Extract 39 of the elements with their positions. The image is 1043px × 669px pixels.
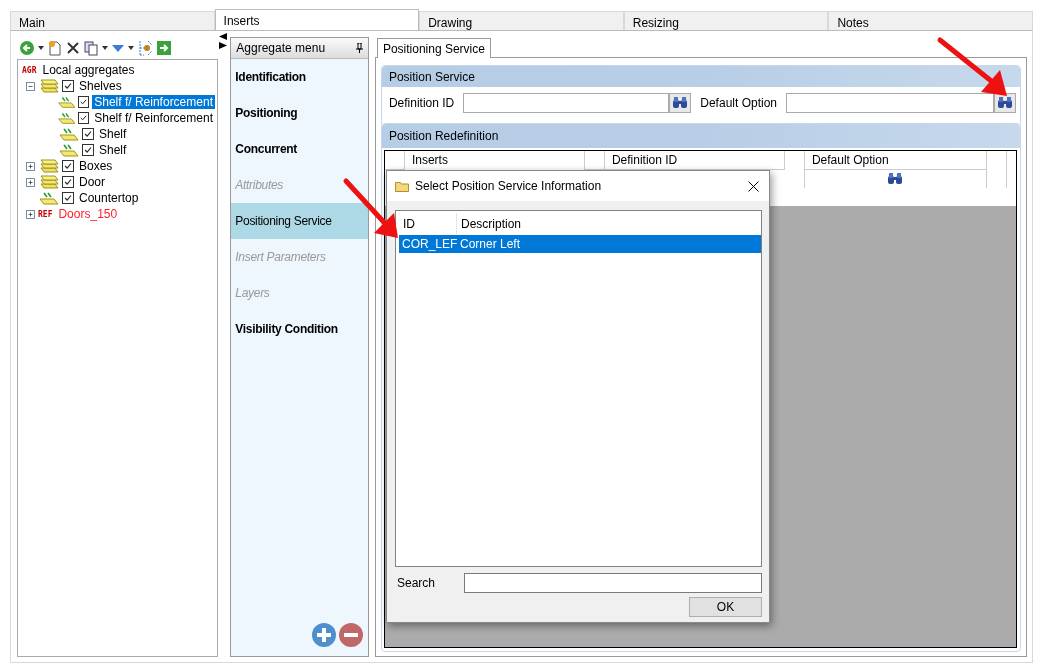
menu-item[interactable]: Positioning Service [231,203,368,239]
field-label: Search [397,576,437,590]
menu-item[interactable]: Positioning [231,95,368,131]
tree-item[interactable]: Door [77,175,107,189]
tag-label: REF [38,209,53,219]
dialog-title: Select Position Service Information [415,179,603,193]
tab[interactable]: Positioning Service [376,38,491,58]
tree-item[interactable]: Countertop [77,191,141,205]
list-cell-text: Corner Left [459,237,522,251]
column-header[interactable]: Definition ID [611,153,678,167]
tree-item[interactable]: Shelf f/ Reinforcement [92,111,215,125]
tab[interactable]: Main [10,11,215,30]
field-label: Default Option [700,96,777,110]
menu-item[interactable]: Visibility Condition [231,311,368,347]
tree-item[interactable]: Boxes [77,159,115,173]
tab[interactable]: Resizing [623,11,829,30]
tree-item[interactable]: Shelf f/ Reinforcement [92,95,215,109]
tree-item[interactable]: Shelf [97,127,129,141]
tree-item[interactable]: Shelf [97,143,129,157]
group-title: Position Service [388,69,475,84]
menu-item[interactable]: Identification [231,59,368,95]
list-cell-text: COR_LEF [401,237,457,251]
tab[interactable]: Drawing [419,11,624,30]
column-header[interactable]: Inserts [411,153,448,167]
column-header[interactable]: Default Option [811,153,889,167]
list-row[interactable]: COR_LEF Corner Left [399,235,761,253]
tab[interactable]: Inserts [214,9,420,30]
group-title: Position Redefinition [388,129,499,143]
tree-item[interactable]: Local aggregates [40,63,137,77]
tag-label: AGR [22,65,37,75]
ok-button[interactable]: OK [689,597,762,617]
panel-title: Aggregate menu [236,41,326,55]
column-header[interactable]: ID [399,213,457,234]
menu-item[interactable]: Concurrent [231,131,368,167]
column-header[interactable]: Description [457,213,761,234]
tree-item[interactable]: Doors_150 [56,207,120,221]
tree-item[interactable]: Shelves [77,79,124,93]
field-label: Definition ID [388,96,455,110]
tab[interactable]: Notes [828,11,1033,30]
